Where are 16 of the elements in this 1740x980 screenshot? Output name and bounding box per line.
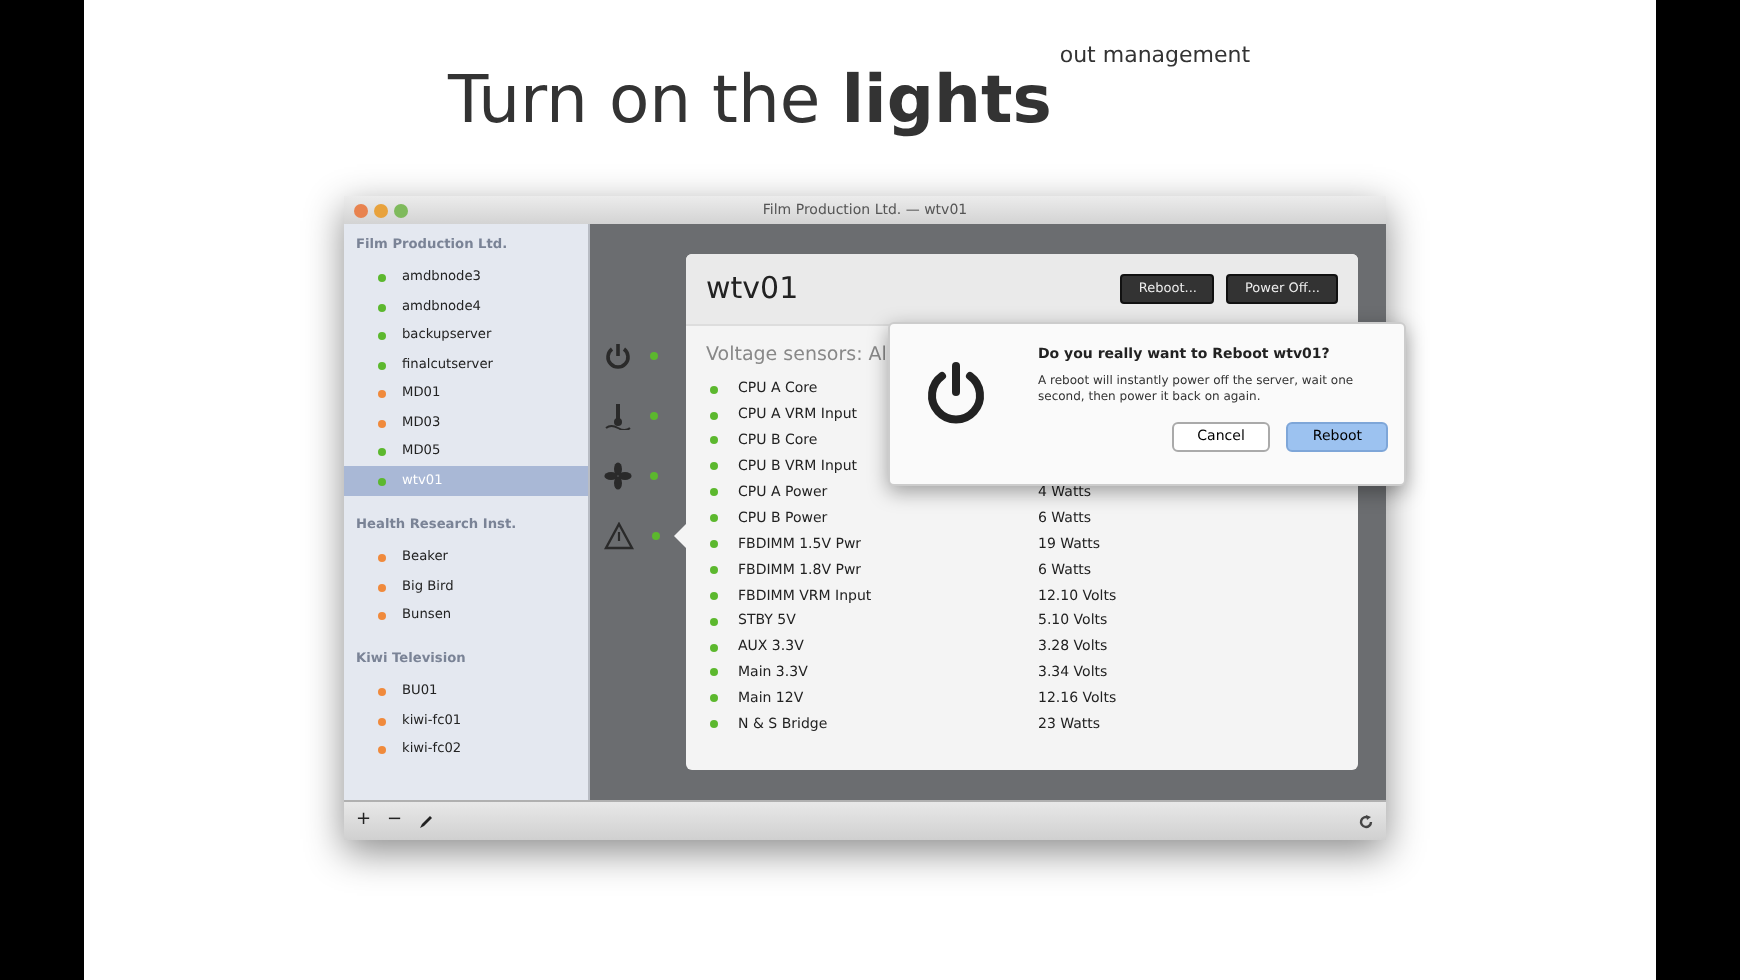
headline: Turn on the lights [448, 60, 1052, 138]
panel-title: wtv01 [706, 268, 801, 311]
refresh-icon[interactable] [1358, 813, 1374, 829]
thermometer-icon[interactable] [604, 402, 632, 430]
headline-superscript: out management [1059, 42, 1251, 68]
warning-icon[interactable] [604, 522, 634, 550]
add-button[interactable]: + [356, 807, 372, 835]
minimize-icon[interactable] [374, 203, 388, 217]
remove-button[interactable]: − [387, 807, 403, 835]
power-icon [922, 360, 990, 428]
power-icon[interactable] [604, 342, 632, 370]
pencil-icon[interactable] [418, 813, 435, 829]
close-icon[interactable] [354, 203, 368, 217]
section-heading: Voltage sensors: Al [706, 342, 887, 370]
zoom-icon[interactable] [394, 203, 408, 217]
fan-icon[interactable] [604, 462, 632, 490]
